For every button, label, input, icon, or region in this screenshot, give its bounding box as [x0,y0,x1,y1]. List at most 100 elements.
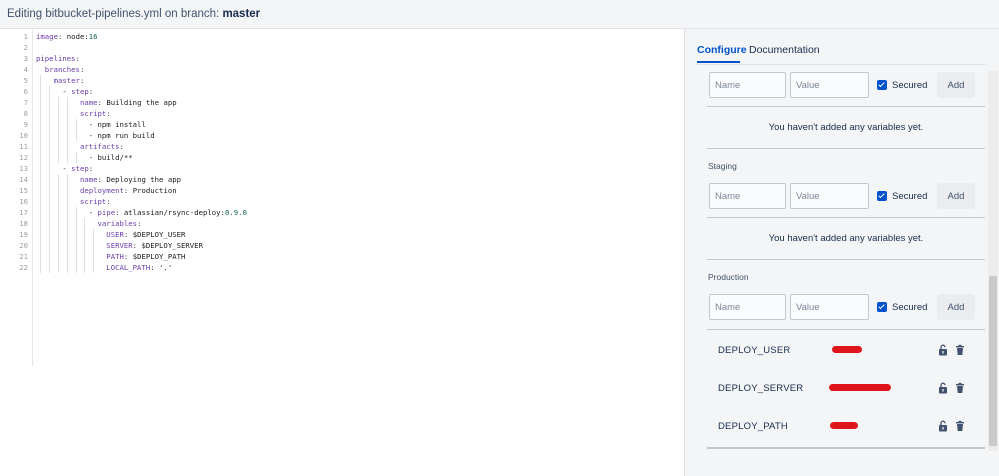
code-line[interactable]: 16 script: [0,196,684,207]
indent-guide [58,97,59,108]
indent-guide [66,262,68,273]
line-number: 17 [19,208,28,217]
tab-configure[interactable]: Configure [697,44,747,56]
indent-guide [66,97,68,108]
yaml-key: name [79,175,98,184]
staging-empty-message: You haven't added any variables yet. [768,233,924,244]
code-text: variables: [97,219,142,228]
yaml-value: atlassian/rsync-deploy: [123,208,225,217]
code-line[interactable]: 5 master: [0,75,684,86]
divider [707,106,985,107]
indent-guide [49,218,51,229]
code-line[interactable]: 2 [0,42,684,53]
indent-guide [66,141,68,152]
code-line[interactable]: 17 - pipe: atlassian/rsync-deploy:0.9.0 [0,207,684,218]
yaml-key: PATH [106,252,124,261]
secured-checkbox-top[interactable]: Secured [877,72,927,98]
editor-header: Editing bitbucket-pipelines.yml on branc… [0,0,999,29]
yaml-value: $DEPLOY_PATH [132,252,186,261]
yaml-editor[interactable]: 1 image: node:16 2 3 pipelines: 4 branches: 5 … [0,29,684,476]
yaml-key: branches [44,65,80,74]
line-number: 22 [19,263,28,272]
line-number: 8 [23,109,28,118]
indent-guide [66,240,68,251]
yaml-key: image [36,32,58,41]
indent-guide [58,119,59,130]
indent-guide [75,152,77,163]
production-name-input[interactable] [709,294,786,320]
add-variable-button-top[interactable]: Add [937,72,975,98]
line-number: 16 [19,197,28,206]
staging-value-input[interactable] [790,183,869,209]
code-line[interactable]: 1 image: node:16 [0,31,684,42]
indent-guide [58,218,59,229]
indent-guide [49,141,51,152]
panel-scrollbar[interactable] [988,71,998,451]
checkbox-checked-icon[interactable] [877,80,887,90]
indent-guide [40,152,42,163]
scrollbar-thumb[interactable] [989,276,997,446]
indent-guide [58,262,59,273]
active-tab-indicator [697,61,740,63]
code-line[interactable]: 21 PATH: $DEPLOY_PATH [0,251,684,262]
name-input-top[interactable] [709,72,786,98]
indent-guide [58,185,59,196]
unlocked-padlock-icon[interactable] [937,382,949,394]
code-line[interactable]: 12 - build/** [0,152,684,163]
indent-guide [40,97,42,108]
editing-prefix: Editing bitbucket-pipelines.yml on branc… [7,8,223,20]
trash-icon[interactable] [954,420,966,432]
yaml-value: Production [132,186,177,195]
variable-row: DEPLOY_PATH [707,407,985,445]
checkbox-checked-icon[interactable] [877,302,887,312]
code-text: script: [79,109,111,118]
indent-guide [49,207,51,218]
tab-documentation[interactable]: Documentation [749,44,820,56]
checkbox-checked-icon[interactable] [877,191,887,201]
code-line[interactable]: 19 USER: $DEPLOY_USER [0,229,684,240]
variables-scroll-area[interactable]: Secured Add You haven't added any variab… [697,71,985,451]
code-line[interactable]: 8 script: [0,108,684,119]
code-line[interactable]: 13 - step: [0,163,684,174]
section-title-production: Production [708,272,749,282]
code-line[interactable]: 10 - npm run build [0,130,684,141]
yaml-value: $DEPLOY_SERVER [141,241,203,250]
unlocked-padlock-icon[interactable] [937,420,949,432]
indent-guide [40,196,42,207]
production-value-input[interactable] [790,294,869,320]
code-line[interactable]: 7 name: Building the app [0,97,684,108]
yaml-value: '.' [159,263,173,272]
indent-guide [75,229,77,240]
production-add-button[interactable]: Add [937,294,975,320]
code-text: - step: [62,87,94,96]
value-input-top[interactable] [790,72,869,98]
trash-icon[interactable] [954,344,966,356]
code-line[interactable]: 18 variables: [0,218,684,229]
production-secured-checkbox[interactable]: Secured [877,294,927,320]
code-line[interactable]: 22 LOCAL_PATH: '.' [0,262,684,273]
code-line[interactable]: 15 deployment: Production [0,185,684,196]
staging-secured-checkbox[interactable]: Secured [877,183,927,209]
unlocked-padlock-icon[interactable] [937,344,949,356]
staging-name-input[interactable] [709,183,786,209]
code-line[interactable]: 6 - step: [0,86,684,97]
indent-guide [66,251,68,262]
staging-add-button[interactable]: Add [937,183,975,209]
indent-guide [75,251,77,262]
code-line[interactable]: 20 SERVER: $DEPLOY_SERVER [0,240,684,251]
code-line[interactable]: 3 pipelines: [0,53,684,64]
line-number: 21 [19,252,28,261]
secured-label: Secured [892,301,928,313]
indent-guide [66,207,68,218]
code-line[interactable]: 4 branches: [0,64,684,75]
code-line[interactable]: 11 artifacts: [0,141,684,152]
yaml-key: pipelines [36,54,76,63]
yaml-key: script [79,197,107,206]
code-text: master: [53,76,85,85]
indent-guide [49,97,51,108]
code-line[interactable]: 9 - npm install [0,119,684,130]
code-line[interactable]: 14 name: Deploying the app [0,174,684,185]
indent-guide [40,174,42,185]
indent-guide [58,152,59,163]
trash-icon[interactable] [954,382,966,394]
